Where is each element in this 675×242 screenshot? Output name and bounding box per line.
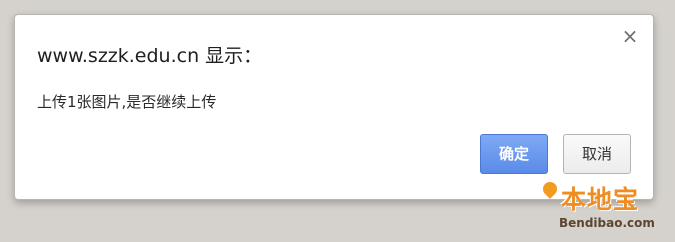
watermark-main-text: 本地宝 [561, 185, 640, 214]
confirm-button[interactable]: 确定 [480, 134, 548, 174]
watermark-logo: 本地宝 Bendibao.com [540, 179, 667, 240]
alert-dialog: www.szzk.edu.cn 显示： × 上传1张图片,是否继续上传 确定 取… [14, 14, 654, 200]
cancel-button[interactable]: 取消 [563, 134, 631, 174]
watermark-sub-text: Bendibao.com [559, 216, 655, 230]
dialog-message: 上传1张图片,是否继续上传 [37, 93, 217, 111]
close-icon[interactable]: × [621, 26, 639, 46]
map-pin-icon [540, 179, 560, 199]
dialog-title: www.szzk.edu.cn 显示： [37, 45, 263, 67]
